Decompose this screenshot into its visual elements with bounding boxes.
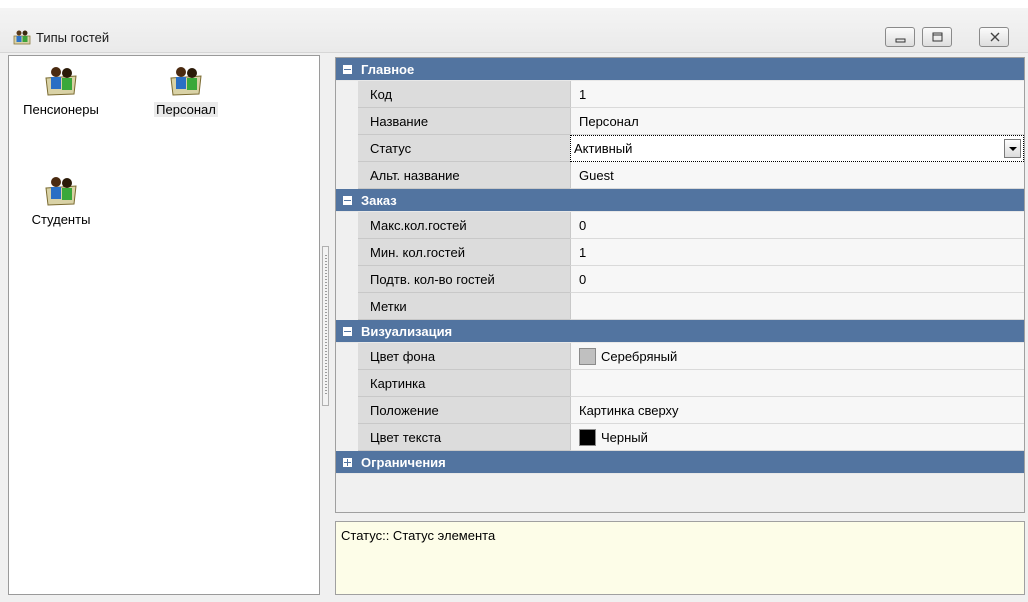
status-dropdown[interactable]: Активный xyxy=(570,135,1024,162)
property-value[interactable]: 1 xyxy=(570,81,1024,108)
category-header-restrictions[interactable]: Ограничения xyxy=(336,451,1024,474)
category-title: Визуализация xyxy=(361,323,453,339)
property-row[interactable]: Цвет текста Черный xyxy=(336,424,1024,451)
category-title: Ограничения xyxy=(361,454,446,470)
property-value[interactable]: 0 xyxy=(570,212,1024,239)
property-value[interactable] xyxy=(570,370,1024,397)
maximize-button[interactable] xyxy=(922,27,952,47)
expand-icon[interactable] xyxy=(343,457,352,467)
property-name: Макс.кол.гостей xyxy=(358,212,570,239)
property-value[interactable]: Черный xyxy=(570,424,1024,451)
status-value: Активный xyxy=(574,141,633,156)
property-value[interactable]: Guest xyxy=(570,162,1024,189)
people-group-icon xyxy=(45,177,77,206)
property-value[interactable] xyxy=(570,293,1024,320)
property-name: Код xyxy=(358,81,570,108)
description-panel: Статус:: Статус элемента xyxy=(335,521,1025,595)
collapse-icon[interactable] xyxy=(343,195,352,205)
guest-type-list: Пенсионеры Персонал Студенты xyxy=(8,55,320,595)
people-group-icon xyxy=(13,30,31,45)
people-group-icon xyxy=(45,67,77,96)
maximize-icon xyxy=(932,32,943,42)
property-value[interactable]: Картинка сверху xyxy=(570,397,1024,424)
color-name: Черный xyxy=(601,429,648,445)
property-name: Цвет фона xyxy=(358,343,570,370)
category-title: Главное xyxy=(361,61,415,77)
group-label: Пенсионеры xyxy=(23,102,99,117)
window-title: Типы гостей xyxy=(36,30,110,45)
property-name: Цвет текста xyxy=(358,424,570,451)
group-item[interactable]: Пенсионеры xyxy=(21,64,101,117)
property-row[interactable]: Цвет фона Серебряный xyxy=(336,343,1024,370)
property-row[interactable]: Название Персонал xyxy=(336,108,1024,135)
minimize-button[interactable] xyxy=(885,27,915,47)
minimize-icon xyxy=(895,38,906,43)
window: Типы гостей Пенсионеры Персонал Студенты… xyxy=(0,0,1028,602)
property-name: Альт. название xyxy=(358,162,570,189)
category-header-main[interactable]: Главное xyxy=(336,58,1024,81)
group-label: Персонал xyxy=(154,102,218,117)
property-value[interactable]: Персонал xyxy=(570,108,1024,135)
property-value[interactable]: 1 xyxy=(570,239,1024,266)
property-name: Мин. кол.гостей xyxy=(358,239,570,266)
property-row[interactable]: Подтв. кол-во гостей 0 xyxy=(336,266,1024,293)
property-grid: Главное Код 1 Название Персонал Статус А… xyxy=(335,57,1025,513)
description-text: Статус:: Статус элемента xyxy=(341,528,496,543)
property-name: Метки xyxy=(358,293,570,320)
collapse-icon[interactable] xyxy=(343,326,352,336)
color-name: Серебряный xyxy=(601,348,678,364)
collapse-icon[interactable] xyxy=(343,64,352,74)
property-value[interactable]: 0 xyxy=(570,266,1024,293)
property-row[interactable]: Статус Активный xyxy=(336,135,1024,162)
property-name: Подтв. кол-во гостей xyxy=(358,266,570,293)
category-title: Заказ xyxy=(361,192,397,208)
color-swatch xyxy=(579,428,596,446)
category-header-visualization[interactable]: Визуализация xyxy=(336,320,1024,343)
property-row[interactable]: Макс.кол.гостей 0 xyxy=(336,212,1024,239)
property-row[interactable]: Положение Картинка сверху xyxy=(336,397,1024,424)
property-row[interactable]: Метки xyxy=(336,293,1024,320)
title-bar: Типы гостей xyxy=(0,0,1028,53)
property-name: Название xyxy=(358,108,570,135)
property-name: Статус xyxy=(358,135,570,162)
splitter-handle[interactable] xyxy=(322,246,329,406)
group-item[interactable]: Персонал xyxy=(145,64,227,117)
category-header-order[interactable]: Заказ xyxy=(336,189,1024,212)
property-value[interactable]: Серебряный xyxy=(570,343,1024,370)
property-name: Положение xyxy=(358,397,570,424)
group-item[interactable]: Студенты xyxy=(21,174,101,227)
property-row[interactable]: Картинка xyxy=(336,370,1024,397)
color-swatch xyxy=(579,347,596,365)
property-row[interactable]: Код 1 xyxy=(336,81,1024,108)
close-icon xyxy=(990,32,1000,42)
chevron-down-icon[interactable] xyxy=(1004,139,1021,158)
people-group-icon xyxy=(170,67,202,96)
group-label: Студенты xyxy=(31,212,91,227)
property-row[interactable]: Альт. название Guest xyxy=(336,162,1024,189)
property-name: Картинка xyxy=(358,370,570,397)
close-button[interactable] xyxy=(979,27,1009,47)
property-row[interactable]: Мин. кол.гостей 1 xyxy=(336,239,1024,266)
